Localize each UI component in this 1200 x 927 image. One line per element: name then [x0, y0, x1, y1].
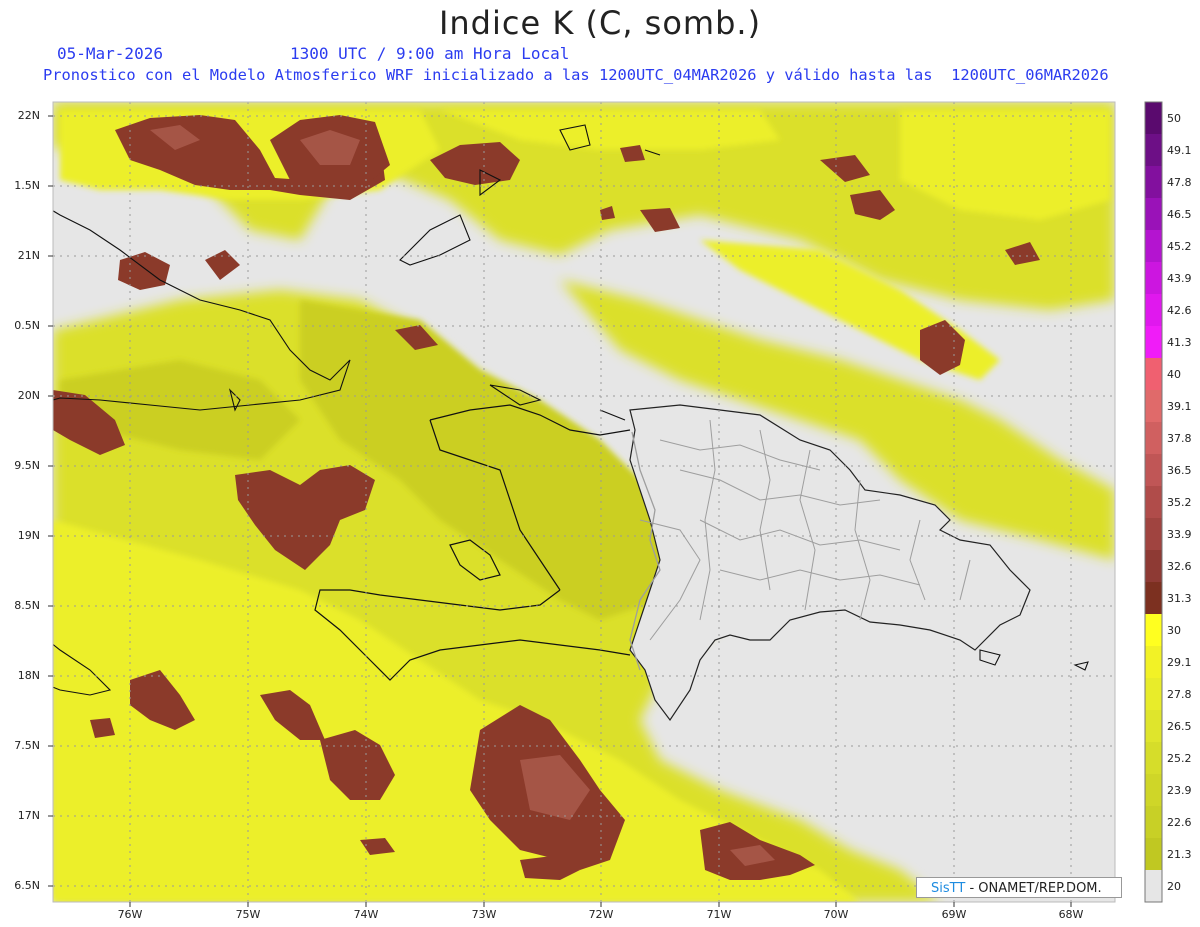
- lat-label: 20N: [17, 389, 40, 402]
- colorbar-label: 41.3: [1167, 336, 1192, 349]
- colorbar-swatch: [1145, 678, 1162, 711]
- colorbar-swatch: [1145, 102, 1162, 135]
- colorbar-swatch: [1145, 806, 1162, 839]
- colorbar-label: 43.9: [1167, 272, 1192, 285]
- lon-label: 73W: [471, 908, 497, 921]
- colorbar-label: 32.6: [1167, 560, 1192, 573]
- colorbar-label: 39.1: [1167, 400, 1192, 413]
- lat-label: 6.5N: [14, 879, 40, 892]
- colorbar-label: 46.5: [1167, 208, 1192, 221]
- colorbar-swatch: [1145, 742, 1162, 775]
- colorbar-swatch: [1145, 582, 1162, 615]
- colorbar-swatch: [1145, 422, 1162, 455]
- colorbar-label: 25.2: [1167, 752, 1192, 765]
- colorbar-swatch: [1145, 294, 1162, 327]
- colorbar-swatch: [1145, 390, 1162, 423]
- lat-label: 0.5N: [14, 319, 40, 332]
- colorbar-swatch: [1145, 454, 1162, 487]
- lat-label: 21N: [17, 249, 40, 262]
- colorbar-label: 37.8: [1167, 432, 1192, 445]
- colorbar-label: 42.6: [1167, 304, 1192, 317]
- colorbar-label: 22.6: [1167, 816, 1192, 829]
- colorbar-swatch: [1145, 870, 1162, 903]
- credit-org: - ONAMET/REP.DOM.: [969, 881, 1102, 896]
- colorbar-label: 23.9: [1167, 784, 1192, 797]
- colorbar-label: 49.1: [1167, 144, 1192, 157]
- colorbar-label: 27.8: [1167, 688, 1192, 701]
- colorbar-swatch: [1145, 710, 1162, 743]
- colorbar-swatch: [1145, 358, 1162, 391]
- colorbar-label: 31.3: [1167, 592, 1192, 605]
- lat-label: 9.5N: [14, 459, 40, 472]
- lon-label: 72W: [588, 908, 614, 921]
- lon-label: 69W: [941, 908, 967, 921]
- colorbar-label: 47.8: [1167, 176, 1192, 189]
- lon-label: 75W: [235, 908, 261, 921]
- credit-brand: SisTT: [931, 881, 966, 896]
- colorbar-label: 35.2: [1167, 496, 1192, 509]
- colorbar-swatch: [1145, 774, 1162, 807]
- colorbar-label: 50: [1167, 112, 1181, 125]
- lon-label: 71W: [706, 908, 732, 921]
- colorbar-label: 30: [1167, 624, 1181, 637]
- colorbar-label: 33.9: [1167, 528, 1192, 541]
- colorbar-swatch: [1145, 646, 1162, 679]
- colorbar: [1145, 102, 1162, 903]
- lat-label: 22N: [17, 109, 40, 122]
- credit-box: SisTT - ONAMET/REP.DOM.: [916, 877, 1122, 898]
- colorbar-label: 26.5: [1167, 720, 1192, 733]
- colorbar-label: 36.5: [1167, 464, 1192, 477]
- colorbar-label: 21.3: [1167, 848, 1192, 861]
- colorbar-swatch: [1145, 518, 1162, 551]
- lon-label: 74W: [353, 908, 379, 921]
- lat-label: 19N: [17, 529, 40, 542]
- colorbar-swatch: [1145, 230, 1162, 263]
- colorbar-label: 45.2: [1167, 240, 1192, 253]
- lat-label: 1.5N: [14, 179, 40, 192]
- lat-label: 17N: [17, 809, 40, 822]
- colorbar-label: 20: [1167, 880, 1181, 893]
- lon-label: 68W: [1058, 908, 1084, 921]
- colorbar-swatch: [1145, 486, 1162, 519]
- lat-label: 7.5N: [14, 739, 40, 752]
- colorbar-swatch: [1145, 134, 1162, 167]
- colorbar-label: 29.1: [1167, 656, 1192, 669]
- colorbar-swatch: [1145, 166, 1162, 199]
- colorbar-label: 40: [1167, 368, 1181, 381]
- lon-label: 70W: [823, 908, 849, 921]
- colorbar-swatch: [1145, 550, 1162, 583]
- k-index-map: [48, 101, 1163, 907]
- colorbar-swatch: [1145, 614, 1162, 647]
- colorbar-swatch: [1145, 838, 1162, 871]
- lat-label: 18N: [17, 669, 40, 682]
- colorbar-swatch: [1145, 326, 1162, 359]
- colorbar-swatch: [1145, 198, 1162, 231]
- lat-label: 8.5N: [14, 599, 40, 612]
- map-field: [53, 102, 1115, 902]
- colorbar-swatch: [1145, 262, 1162, 295]
- lon-label: 76W: [117, 908, 143, 921]
